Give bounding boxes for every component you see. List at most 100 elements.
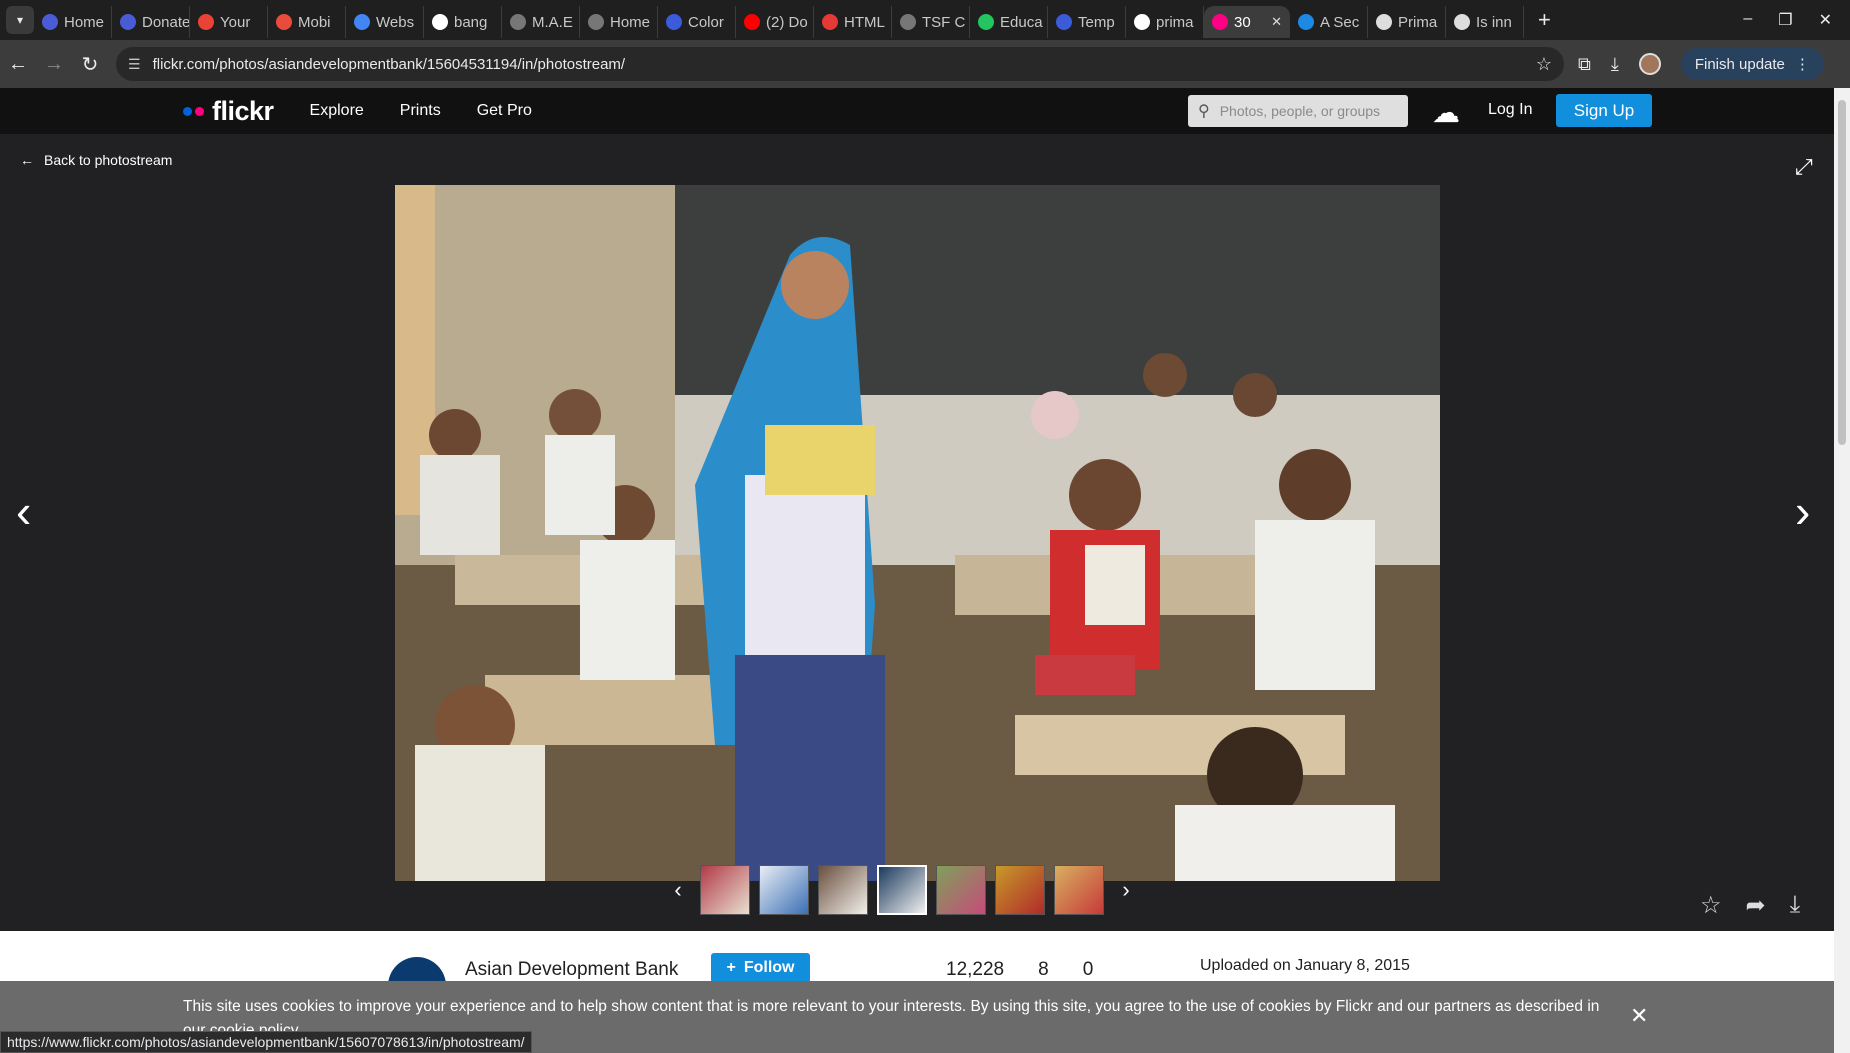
thumbnail[interactable]: [936, 865, 986, 915]
owner-name[interactable]: Asian Development Bank: [465, 959, 678, 981]
tab-favicon-icon: [666, 14, 682, 30]
tab-title: HTML: [844, 13, 885, 31]
browser-tab[interactable]: Temp: [1048, 6, 1126, 38]
tab-title: Temp: [1078, 13, 1115, 31]
signup-button[interactable]: Sign Up: [1556, 94, 1652, 127]
arrow-left-icon: ←: [20, 152, 34, 168]
thumbnail[interactable]: [995, 865, 1045, 915]
scrollbar-thumb[interactable]: [1838, 100, 1846, 445]
browser-tab[interactable]: Your: [190, 6, 268, 38]
browser-tab[interactable]: Mobi: [268, 6, 346, 38]
address-bar[interactable]: ☰ flickr.com/photos/asiandevelopmentbank…: [116, 47, 1564, 81]
views-count: 12,228: [946, 959, 1005, 980]
follow-button[interactable]: + Follow: [711, 953, 810, 983]
close-window-icon[interactable]: ✕: [1819, 10, 1832, 30]
tab-favicon-icon: [510, 14, 526, 30]
tab-close-icon[interactable]: ✕: [1271, 14, 1282, 30]
close-icon[interactable]: ✕: [1630, 1003, 1648, 1029]
url-text[interactable]: flickr.com/photos/asiandevelopmentbank/1…: [153, 56, 1536, 73]
browser-tab[interactable]: Educa: [970, 6, 1048, 38]
tab-title: Color: [688, 13, 724, 31]
main-nav: Explore Prints Get Pro: [310, 102, 532, 120]
browser-tab[interactable]: prima: [1126, 6, 1204, 38]
upload-cloud-icon[interactable]: ☁: [1432, 96, 1460, 129]
tab-favicon-icon: [822, 14, 838, 30]
minimize-icon[interactable]: –: [1743, 10, 1752, 30]
download-icon[interactable]: ⤓: [1790, 891, 1801, 920]
login-link[interactable]: Log In: [1488, 101, 1532, 119]
tab-favicon-icon: [1298, 14, 1314, 30]
back-icon[interactable]: ←: [0, 53, 36, 76]
fullscreen-icon[interactable]: ⤢: [1795, 154, 1813, 180]
comments-count: 0: [1082, 959, 1094, 980]
bookmark-star-icon[interactable]: ☆: [1536, 54, 1552, 75]
forward-icon[interactable]: →: [36, 53, 72, 76]
thumbnail[interactable]: [700, 865, 750, 915]
downloads-icon[interactable]: ⤓: [1611, 54, 1619, 75]
browser-tab[interactable]: Home: [34, 6, 112, 38]
reload-icon[interactable]: ↻: [72, 52, 108, 77]
previous-photo-icon[interactable]: ‹: [16, 484, 31, 538]
status-url: https://www.flickr.com/photos/asiandevel…: [0, 1031, 532, 1053]
profile-avatar[interactable]: [1638, 53, 1661, 75]
main-photo[interactable]: [395, 185, 1440, 881]
finish-update-button[interactable]: Finish update ⋮: [1680, 48, 1824, 80]
browser-tab[interactable]: (2) Do: [736, 6, 814, 38]
tab-title: Prima: [1398, 13, 1438, 31]
maximize-icon[interactable]: ❐: [1778, 10, 1792, 30]
flickr-logo[interactable]: flickr: [183, 96, 274, 127]
browser-tab[interactable]: A Sec: [1290, 6, 1368, 38]
tab-title: Educa: [1000, 13, 1043, 31]
nav-explore[interactable]: Explore: [310, 102, 364, 120]
thumbnail[interactable]: [818, 865, 868, 915]
search-input[interactable]: ⚲ Photos, people, or groups: [1188, 95, 1408, 127]
follow-label: Follow: [743, 959, 795, 976]
search-icon: ⚲: [1198, 103, 1210, 120]
back-label: Back to photostream: [44, 152, 173, 168]
tab-title: Is inn: [1476, 13, 1512, 31]
site-info-icon[interactable]: ☰: [128, 56, 141, 73]
tab-title: (2) Do: [766, 13, 808, 31]
thumbnail[interactable]: [1054, 865, 1104, 915]
tab-search-button[interactable]: ▾: [6, 6, 34, 34]
tab-favicon-icon: [120, 14, 136, 30]
tab-favicon-icon: [1212, 14, 1228, 30]
new-tab-button[interactable]: +: [1538, 7, 1551, 33]
browser-tab[interactable]: Prima: [1368, 6, 1446, 38]
tab-title: TSF C: [922, 13, 966, 31]
nav-prints[interactable]: Prints: [400, 102, 441, 120]
thumbnail[interactable]: [759, 865, 809, 915]
browser-tab[interactable]: M.A.E: [502, 6, 580, 38]
tab-title: Home: [64, 13, 105, 31]
tab-favicon-icon: [198, 14, 214, 30]
plus-icon: +: [726, 959, 736, 976]
browser-tab[interactable]: Home: [580, 6, 658, 38]
logo-dot-pink: [195, 106, 204, 116]
nav-get-pro[interactable]: Get Pro: [477, 102, 532, 120]
browser-tab[interactable]: Donate: [112, 6, 190, 38]
tab-favicon-icon: [978, 14, 994, 30]
photo-stats: 12,228 8 0: [946, 959, 1093, 981]
classroom-photo: [395, 185, 1440, 881]
share-icon[interactable]: ➦: [1746, 891, 1766, 920]
favorite-star-icon[interactable]: ☆: [1700, 891, 1722, 920]
browser-tab[interactable]: Webs: [346, 6, 424, 38]
page-scrollbar[interactable]: [1834, 88, 1850, 1053]
back-to-photostream-link[interactable]: ← Back to photostream: [20, 152, 172, 168]
browser-tab[interactable]: TSF C: [892, 6, 970, 38]
extensions-icon[interactable]: ⧉: [1578, 54, 1591, 75]
logo-text: flickr: [212, 95, 274, 126]
browser-tab[interactable]: bang: [424, 6, 502, 38]
faves-count: 8: [1038, 959, 1049, 980]
browser-tab[interactable]: Is inn: [1446, 6, 1524, 38]
thumbnail[interactable]: [877, 865, 927, 915]
filmstrip-next-icon[interactable]: ›: [1113, 877, 1139, 903]
tab-favicon-icon: [1376, 14, 1392, 30]
photo-actions: ☆ ➦ ⤓: [1700, 891, 1800, 920]
filmstrip-prev-icon[interactable]: ‹: [665, 877, 691, 903]
tab-favicon-icon: [432, 14, 448, 30]
browser-tab[interactable]: Color: [658, 6, 736, 38]
next-photo-icon[interactable]: ›: [1795, 484, 1810, 538]
browser-tab[interactable]: 30 ✕: [1204, 6, 1290, 38]
browser-tab[interactable]: HTML: [814, 6, 892, 38]
